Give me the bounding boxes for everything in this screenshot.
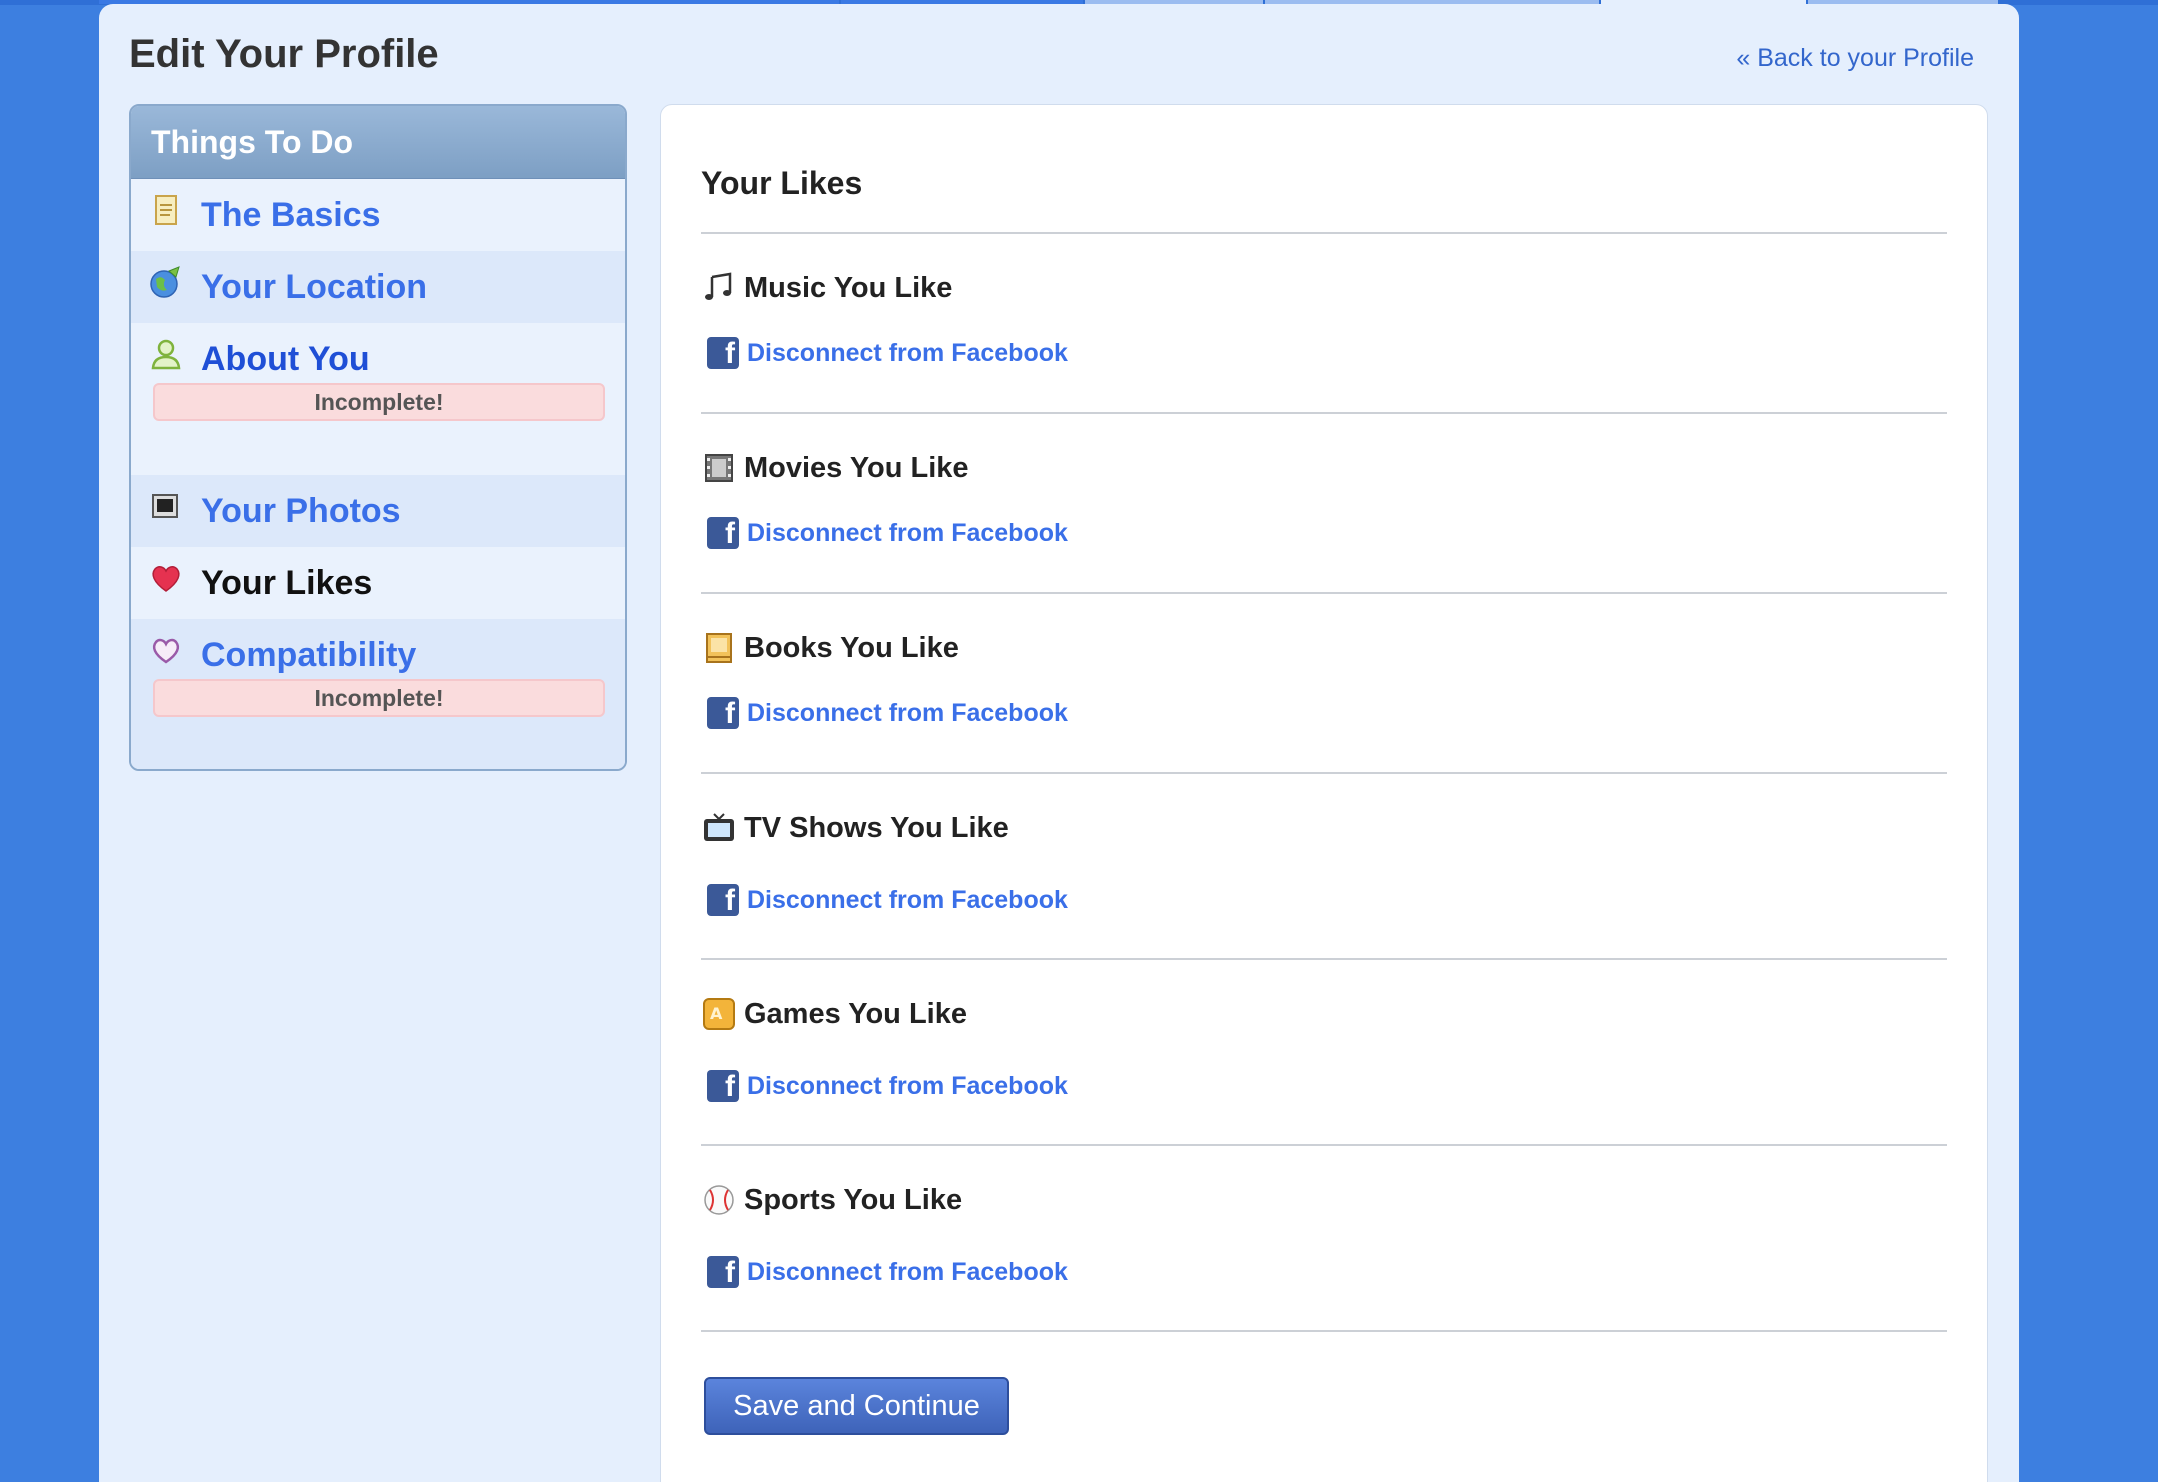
document-icon: [149, 193, 183, 227]
divider: [701, 1144, 1947, 1146]
music-note-icon: [702, 271, 736, 305]
sidebar-item-your-photos[interactable]: Your Photos: [131, 475, 625, 547]
things-to-do-panel: Things To Do The Basics Your Location Ab…: [129, 104, 627, 771]
heart-outline-icon: [149, 633, 183, 667]
section-title-games: Games You Like: [744, 998, 967, 1030]
sidebar-item-your-location[interactable]: Your Location: [131, 251, 625, 323]
section-title-books: Books You Like: [744, 632, 959, 664]
section-title-movies: Movies You Like: [744, 452, 969, 484]
disconnect-link-text[interactable]: Disconnect from Facebook: [747, 886, 1068, 915]
sidebar-item-compatibility[interactable]: Compatibility Incomplete!: [131, 619, 625, 769]
section-title-tv-shows: TV Shows You Like: [744, 812, 1009, 844]
disconnect-link-text[interactable]: Disconnect from Facebook: [747, 699, 1068, 728]
facebook-icon: f: [707, 1070, 739, 1103]
disconnect-link-text[interactable]: Disconnect from Facebook: [747, 1258, 1068, 1287]
profile-editor-page: Edit Your Profile « Back to your Profile…: [99, 4, 2019, 1482]
person-icon: [149, 337, 183, 371]
sidebar-item-the-basics[interactable]: The Basics: [131, 179, 625, 251]
section-title-sports: Sports You Like: [744, 1184, 963, 1216]
game-icon: A: [702, 997, 736, 1031]
facebook-icon: f: [707, 697, 739, 730]
facebook-icon: f: [707, 337, 739, 370]
sidebar-item-label: Your Likes: [201, 564, 373, 602]
disconnect-link-text[interactable]: Disconnect from Facebook: [747, 519, 1068, 548]
sidebar-item-label[interactable]: The Basics: [201, 179, 625, 251]
divider: [701, 772, 1947, 774]
divider: [701, 592, 1947, 594]
back-to-profile-link[interactable]: « Back to your Profile: [1736, 44, 1974, 73]
disconnect-link-text[interactable]: Disconnect from Facebook: [747, 339, 1068, 368]
baseball-icon: [702, 1183, 736, 1217]
film-icon: [702, 451, 736, 485]
facebook-icon: f: [707, 517, 739, 550]
tv-icon: [702, 811, 736, 845]
globe-icon: [149, 265, 183, 299]
heart-icon: [149, 561, 183, 595]
divider: [701, 958, 1947, 960]
book-icon: [702, 631, 736, 665]
save-and-continue-button[interactable]: Save and Continue: [704, 1377, 1009, 1435]
photo-frame-icon: [149, 489, 183, 523]
sidebar-item-about-you[interactable]: About You Incomplete!: [131, 323, 625, 475]
sidebar-item-label[interactable]: Your Photos: [201, 475, 625, 547]
incomplete-badge: Incomplete!: [153, 679, 605, 717]
incomplete-badge: Incomplete!: [153, 383, 605, 421]
divider: [701, 1330, 1947, 1332]
svg-text:A: A: [710, 1004, 723, 1023]
page-title: Edit Your Profile: [129, 32, 439, 76]
sidebar-item-your-likes[interactable]: Your Likes: [131, 547, 625, 619]
likes-title: Your Likes: [701, 165, 863, 201]
facebook-icon: f: [707, 884, 739, 917]
likes-panel: Your Likes Music You Like f Disconnect f…: [660, 104, 1988, 1482]
divider: [701, 232, 1947, 234]
facebook-icon: f: [707, 1256, 739, 1289]
sidebar-item-label[interactable]: Your Location: [201, 251, 625, 323]
disconnect-link-text[interactable]: Disconnect from Facebook: [747, 1072, 1068, 1101]
divider: [701, 412, 1947, 414]
section-title-music: Music You Like: [744, 272, 953, 304]
sidebar-header: Things To Do: [131, 106, 625, 179]
